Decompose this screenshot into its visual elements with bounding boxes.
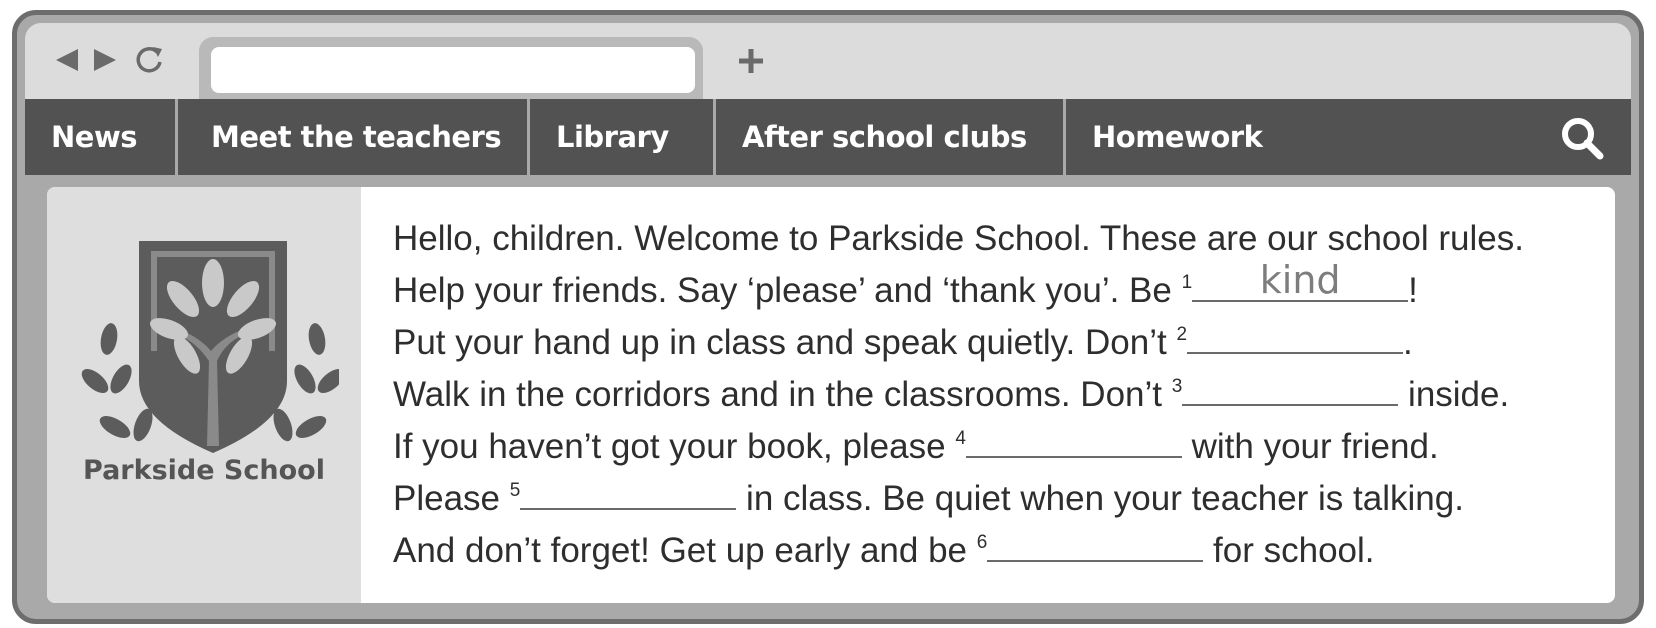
forward-arrow-icon (94, 49, 116, 71)
answer-blank-6[interactable] (987, 526, 1204, 562)
back-arrow-icon (56, 49, 78, 71)
refresh-button[interactable] (131, 43, 167, 77)
blank-number: 3 (1171, 376, 1183, 397)
back-button[interactable] (49, 43, 85, 77)
answer-blank-3[interactable] (1182, 370, 1399, 406)
line-text: Please (393, 479, 510, 518)
example-answer: kind (1259, 258, 1341, 302)
menu-divider (175, 99, 178, 175)
menu-item-after-school-clubs[interactable]: After school clubs (716, 99, 1061, 175)
blank-number: 2 (1176, 324, 1188, 345)
browser-tab[interactable] (199, 37, 703, 99)
line-text: . (1403, 323, 1413, 362)
rules-text: Hello, children. Welcome to Parkside Sch… (393, 213, 1603, 577)
line-text: Walk in the corridors and in the classro… (393, 375, 1172, 414)
line-text: with your friend. (1181, 427, 1439, 466)
rules-line: Please 5 in class. Be quiet when your te… (393, 473, 1603, 525)
plus-icon (739, 49, 763, 73)
browser-window: News Meet the teachers Library After sch… (12, 10, 1644, 624)
school-crest-logo (81, 241, 339, 453)
menu-item-library[interactable]: Library (530, 99, 710, 175)
line-text: in class. Be quiet when your teacher is … (736, 479, 1464, 518)
rules-line: Walk in the corridors and in the classro… (393, 369, 1603, 421)
forward-button[interactable] (87, 43, 123, 77)
logo-panel: Parkside School (47, 187, 361, 603)
rules-line: And don’t forget! Get up early and be 6 … (393, 525, 1603, 577)
school-name: Parkside School (83, 455, 325, 486)
answer-blank-4[interactable] (965, 422, 1182, 458)
address-bar[interactable] (211, 47, 695, 93)
line-text: inside. (1398, 375, 1510, 414)
menu-item-homework[interactable]: Homework (1066, 99, 1366, 175)
blank-number: 6 (976, 532, 988, 553)
line-text: And don’t forget! Get up early and be (393, 531, 977, 570)
blank-number: 1 (1181, 272, 1193, 293)
line-text: ! (1408, 271, 1418, 310)
page-content: Parkside School Hello, children. Welcome… (47, 187, 1615, 603)
answer-blank-2[interactable] (1187, 318, 1404, 354)
line-text: Put your hand up in class and speak quie… (393, 323, 1177, 362)
rules-line: Help your friends. Say ‘please’ and ‘tha… (393, 258, 1603, 317)
site-menu-bar: News Meet the teachers Library After sch… (25, 99, 1631, 175)
search-button[interactable] (1559, 115, 1605, 161)
line-text: If you haven’t got your book, please (393, 427, 956, 466)
rules-line: If you haven’t got your book, please 4 w… (393, 421, 1603, 473)
blank-number: 5 (509, 480, 521, 501)
answer-blank-1[interactable]: kind (1192, 258, 1409, 302)
menu-item-meet-the-teachers[interactable]: Meet the teachers (185, 99, 525, 175)
rules-line: Hello, children. Welcome to Parkside Sch… (393, 219, 1524, 258)
answer-blank-5[interactable] (520, 474, 737, 510)
new-tab-button[interactable] (731, 41, 771, 81)
browser-titlebar (25, 23, 1631, 99)
line-text: for school. (1203, 531, 1375, 570)
search-icon (1562, 118, 1604, 160)
menu-item-news[interactable]: News (25, 99, 175, 175)
line-text: Help your friends. Say ‘please’ and ‘tha… (393, 271, 1182, 310)
rules-line: Put your hand up in class and speak quie… (393, 317, 1603, 369)
blank-number: 4 (955, 428, 966, 449)
refresh-icon (136, 47, 162, 73)
